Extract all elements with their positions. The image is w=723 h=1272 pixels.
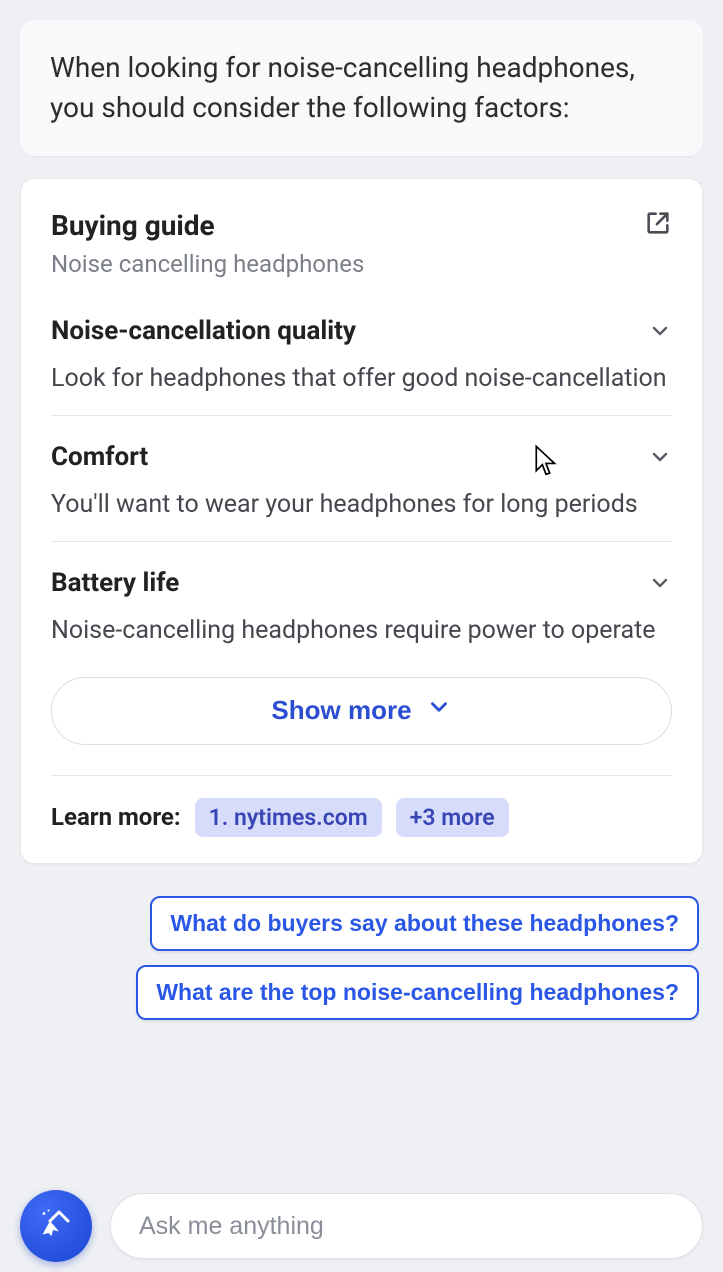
- source-chip-more[interactable]: +3 more: [396, 798, 509, 837]
- broom-icon: [38, 1206, 74, 1246]
- guide-subtitle: Noise cancelling headphones: [51, 250, 364, 278]
- section-title: Noise-cancellation quality: [51, 316, 356, 346]
- section-body: You'll want to wear your headphones for …: [51, 490, 672, 519]
- new-topic-button[interactable]: [20, 1190, 92, 1262]
- assistant-message-text: When looking for noise-cancelling headph…: [50, 48, 673, 128]
- show-more-label: Show more: [271, 695, 411, 726]
- chevron-down-icon: [648, 445, 672, 469]
- suggestion-top-headphones[interactable]: What are the top noise-cancelling headph…: [136, 965, 699, 1020]
- section-body: Noise-cancelling headphones require powe…: [51, 616, 672, 645]
- suggestion-list: What do buyers say about these headphone…: [20, 896, 703, 1020]
- section-body: Look for headphones that offer good nois…: [51, 364, 672, 393]
- composer: [20, 1190, 703, 1262]
- chevron-down-icon: [426, 694, 452, 727]
- chevron-down-icon: [648, 319, 672, 343]
- learn-more-row: Learn more: 1. nytimes.com +3 more: [51, 775, 672, 863]
- learn-more-label: Learn more:: [51, 803, 181, 831]
- buying-guide-card: Buying guide Noise cancelling headphones…: [20, 178, 703, 864]
- section-title: Battery life: [51, 568, 179, 598]
- external-link-icon[interactable]: [644, 209, 672, 237]
- guide-section-comfort[interactable]: Comfort You'll want to wear your headpho…: [51, 415, 672, 541]
- guide-section-noise-cancellation[interactable]: Noise-cancellation quality Look for head…: [51, 290, 672, 415]
- guide-title: Buying guide: [51, 209, 364, 242]
- section-title: Comfort: [51, 442, 148, 472]
- chat-input[interactable]: [110, 1193, 703, 1259]
- suggestion-buyers-say[interactable]: What do buyers say about these headphone…: [150, 896, 699, 951]
- chevron-down-icon: [648, 571, 672, 595]
- guide-header: Buying guide Noise cancelling headphones: [51, 209, 672, 278]
- show-more-button[interactable]: Show more: [51, 677, 672, 745]
- assistant-message-card: When looking for noise-cancelling headph…: [20, 20, 703, 156]
- guide-section-battery[interactable]: Battery life Noise-cancelling headphones…: [51, 541, 672, 667]
- source-chip-nytimes[interactable]: 1. nytimes.com: [195, 798, 382, 837]
